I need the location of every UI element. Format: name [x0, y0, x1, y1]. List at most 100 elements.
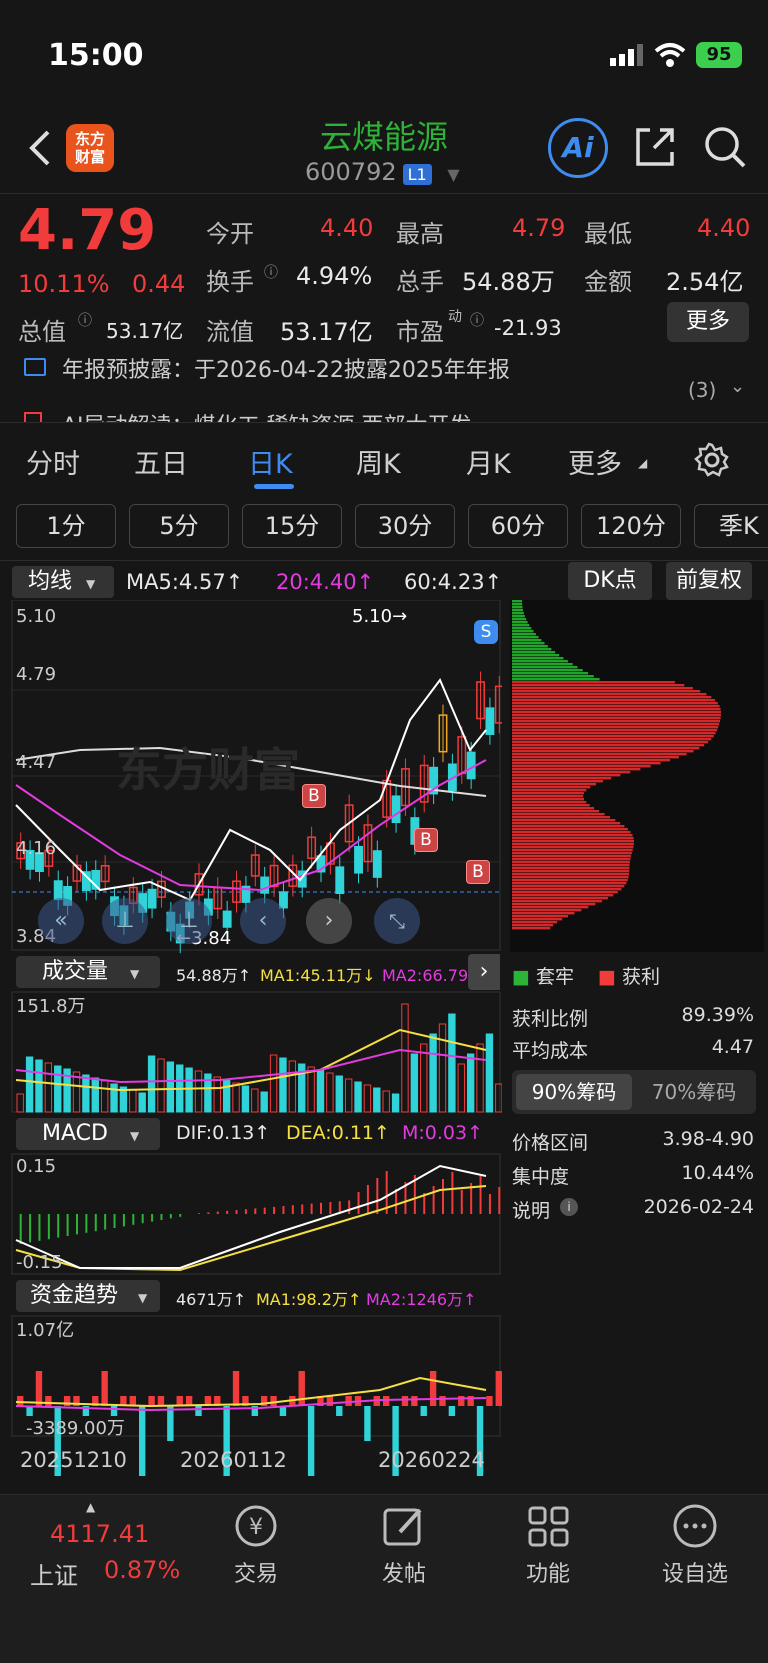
chip-bar [512, 717, 721, 720]
amount-value: 2.54亿 [666, 268, 744, 296]
expand-arrow-icon[interactable]: › [468, 954, 500, 990]
tab-monthly-k[interactable]: 月K [466, 442, 511, 481]
tab-more[interactable]: 更多 [568, 442, 622, 481]
share-icon[interactable] [632, 124, 678, 170]
chip-bar [512, 801, 587, 804]
chip-bar [512, 810, 600, 813]
buy-signal[interactable]: B [414, 828, 438, 852]
ma-type-select[interactable]: 均线 ▼ [12, 566, 114, 598]
caret-down-icon: ▼ [86, 577, 96, 591]
news-count: (3) [688, 378, 717, 402]
volume-bar [495, 1083, 502, 1113]
chip-value: 2026-02-24 [643, 1196, 754, 1218]
chip-bar [512, 870, 630, 873]
chip-bar [512, 843, 634, 846]
period-1min[interactable]: 1分 [16, 504, 116, 548]
chip-bar [512, 648, 552, 651]
tab-chip-90[interactable]: 90%筹码 [516, 1074, 632, 1110]
chip-bar [512, 888, 622, 891]
chevron-left-icon[interactable]: ‹ [240, 898, 286, 944]
nav-add-watchlist[interactable]: 设自选 [650, 1556, 740, 1588]
apps-grid-icon[interactable] [526, 1502, 574, 1552]
macd-indicator-select[interactable]: MACD ▼ [16, 1118, 160, 1150]
fund-bar [429, 1371, 437, 1406]
index-name[interactable]: 上证 [30, 1556, 78, 1591]
search-icon[interactable] [702, 124, 748, 170]
nav-functions[interactable]: 功能 [508, 1556, 588, 1588]
fullscreen-icon[interactable]: ⤡ [374, 898, 420, 944]
chip-bar [512, 696, 712, 699]
date-label: 20251210 [20, 1448, 127, 1472]
tab-chip-70[interactable]: 70%筹码 [636, 1074, 752, 1110]
tab-five-day[interactable]: 五日 [134, 442, 188, 481]
chip-distribution-chart [510, 600, 764, 952]
info-icon[interactable]: ⓘ [470, 310, 484, 330]
chip-bar [512, 747, 700, 750]
change-pct: 10.11% [18, 270, 110, 298]
nav-trade[interactable]: 交易 [216, 1556, 296, 1588]
chip-bar [512, 612, 524, 615]
tab-intraday[interactable]: 分时 [26, 442, 80, 481]
svg-text:¥: ¥ [249, 1515, 263, 1540]
fund-bar [139, 1406, 146, 1476]
fund-bar [383, 1396, 390, 1406]
buy-signal[interactable]: B [466, 860, 490, 884]
chevron-down-icon: ⌄ [730, 376, 746, 397]
macd-m: M:0.03↑ [402, 1122, 484, 1144]
index-value[interactable]: 4117.41 [50, 1520, 149, 1548]
more-dots-icon[interactable] [670, 1502, 720, 1552]
chip-bar [512, 894, 614, 897]
zoom-out-icon[interactable]: ⊥ [102, 898, 148, 944]
news-ticker[interactable]: 年报预披露：于2026-04-22披露2025年年报 (3) ⌄ AI异动解读：… [0, 352, 768, 422]
tab-weekly-k[interactable]: 周K [356, 442, 401, 481]
chip-bar [512, 831, 631, 834]
fund-bar [307, 1406, 315, 1476]
scroll-left-icon[interactable]: « [38, 898, 84, 944]
fund-indicator-select[interactable]: 资金趋势 ▼ [16, 1280, 160, 1312]
nav-post[interactable]: 发帖 [364, 1556, 444, 1588]
period-quarter[interactable]: 季K [694, 504, 768, 548]
chip-bar [512, 795, 584, 798]
info-icon[interactable]: ⓘ [78, 310, 92, 330]
period-120min[interactable]: 120分 [581, 504, 681, 548]
chip-bar [512, 792, 584, 795]
tab-daily-k[interactable]: 日K [248, 442, 293, 481]
dk-button[interactable]: DK点 [568, 562, 652, 600]
post-edit-icon[interactable] [380, 1502, 428, 1552]
period-15min[interactable]: 15分 [242, 504, 342, 548]
period-60min[interactable]: 60分 [468, 504, 568, 548]
candle-body [147, 888, 157, 909]
volume-bar [91, 1077, 99, 1113]
chip-bar [512, 627, 532, 630]
news-line-2: AI异动解读：煤化工 稀缺资源 西部大开发 [62, 408, 472, 422]
period-5min[interactable]: 5分 [129, 504, 229, 548]
volume-bar [410, 1053, 419, 1113]
date-label: 20260224 [378, 1448, 485, 1472]
settings-gear-icon[interactable] [694, 442, 730, 478]
zoom-in-icon[interactable]: ⊥ [166, 898, 212, 944]
chip-bar [512, 735, 714, 738]
sell-signal[interactable]: S [474, 620, 498, 644]
stock-code-row[interactable]: 600792 L1 ▼ [305, 158, 460, 186]
volume-indicator-select[interactable]: 成交量 ▼ [16, 956, 160, 988]
chip-bar [512, 678, 600, 681]
trade-icon[interactable]: ¥ [232, 1502, 284, 1552]
info-icon[interactable]: i [560, 1198, 578, 1216]
caret-down-icon: ▼ [129, 1129, 140, 1143]
index-pct[interactable]: 0.87% [104, 1556, 180, 1584]
open-value: 4.40 [320, 214, 374, 242]
chevron-right-icon[interactable]: › [306, 898, 352, 944]
info-icon[interactable]: ⓘ [264, 262, 278, 282]
adjust-button[interactable]: 前复权 [666, 562, 752, 600]
ma20-value: 20:4.40↑ [276, 570, 375, 594]
ai-button[interactable]: Ai [548, 118, 608, 178]
volume-bar [157, 1058, 165, 1113]
more-button[interactable]: 更多 [667, 302, 749, 342]
candle-body [335, 866, 345, 894]
period-30min[interactable]: 30分 [355, 504, 455, 548]
chip-bar [512, 852, 632, 855]
volume-bar [485, 1033, 494, 1113]
buy-signal[interactable]: B [302, 784, 326, 808]
chip-bar [512, 633, 536, 636]
volume-bar [288, 1060, 297, 1113]
